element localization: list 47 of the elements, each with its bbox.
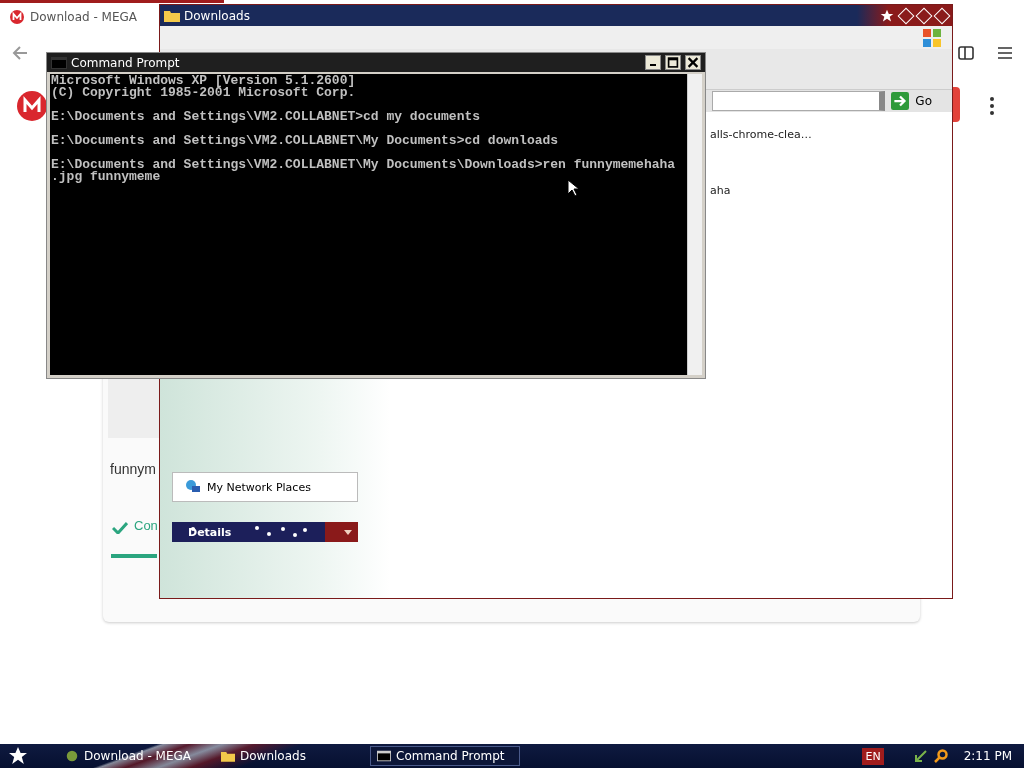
download-button[interactable] — [953, 87, 960, 122]
star-icon[interactable] — [8, 746, 28, 766]
console-line: E:\Documents and Settings\VM2.COLLABNET\My Documents>cd downloads — [51, 135, 560, 147]
place-link[interactable]: My Network Places — [185, 479, 345, 495]
console-line: .jpg funnymeme — [51, 171, 162, 183]
browser-tab[interactable]: Download - MEGA — [8, 8, 140, 26]
details-header[interactable]: Details — [172, 522, 358, 542]
mega-logo-icon — [17, 91, 47, 121]
mega-logo-icon — [10, 10, 24, 24]
console-icon — [51, 56, 67, 69]
address-field[interactable] — [712, 91, 886, 111]
language-indicator[interactable]: EN — [862, 747, 884, 765]
mouse-pointer-icon — [567, 179, 579, 197]
minimize-icon — [650, 64, 656, 66]
window-title: Downloads — [184, 8, 251, 23]
arrow-icon — [891, 92, 910, 110]
search-icon[interactable] — [933, 749, 948, 763]
maximize-icon — [667, 57, 679, 68]
folder-icon — [221, 750, 235, 762]
console-line: (C) Copyright 1985-2001 Microsoft Corp. — [51, 87, 357, 99]
close-button[interactable] — [685, 55, 701, 70]
folder-icon — [164, 9, 180, 22]
taskbar-button[interactable]: Download - MEGA — [58, 746, 208, 766]
taskbar-button[interactable]: Command Prompt — [370, 746, 520, 766]
maximize-button[interactable] — [665, 55, 681, 70]
menu-icon[interactable] — [998, 47, 1012, 59]
sidebar-icon[interactable] — [958, 46, 974, 60]
status-text: Con — [134, 518, 158, 533]
scrollbar[interactable] — [687, 74, 702, 375]
browser-icon — [65, 750, 79, 762]
console-line: Microsoft Windows XP [Version 5.1.2600] — [51, 75, 357, 87]
clock: 2:11 PM — [963, 749, 1012, 763]
more-options-icon[interactable] — [990, 97, 994, 115]
console-line: E:\Documents and Settings\VM2.COLLABNET\My Documents\Downloads>ren funnymemehaha — [51, 159, 677, 171]
check-icon — [112, 522, 128, 534]
file-item[interactable]: aha — [710, 184, 731, 197]
console-icon — [377, 750, 391, 762]
minimize-button[interactable] — [645, 55, 661, 70]
file-item[interactable]: alls-chrome-clea… — [710, 128, 812, 141]
windows-logo-icon — [922, 27, 942, 48]
go-button[interactable]: Go — [891, 92, 946, 110]
window-title: Command Prompt — [71, 55, 181, 70]
close-icon — [687, 57, 699, 68]
file-name: funnym — [110, 461, 156, 477]
taskbar-button[interactable]: Downloads — [214, 746, 364, 766]
console-line: E:\Documents and Settings\VM2.COLLABNET>cd my documents — [51, 111, 482, 123]
caret-icon — [344, 529, 352, 535]
